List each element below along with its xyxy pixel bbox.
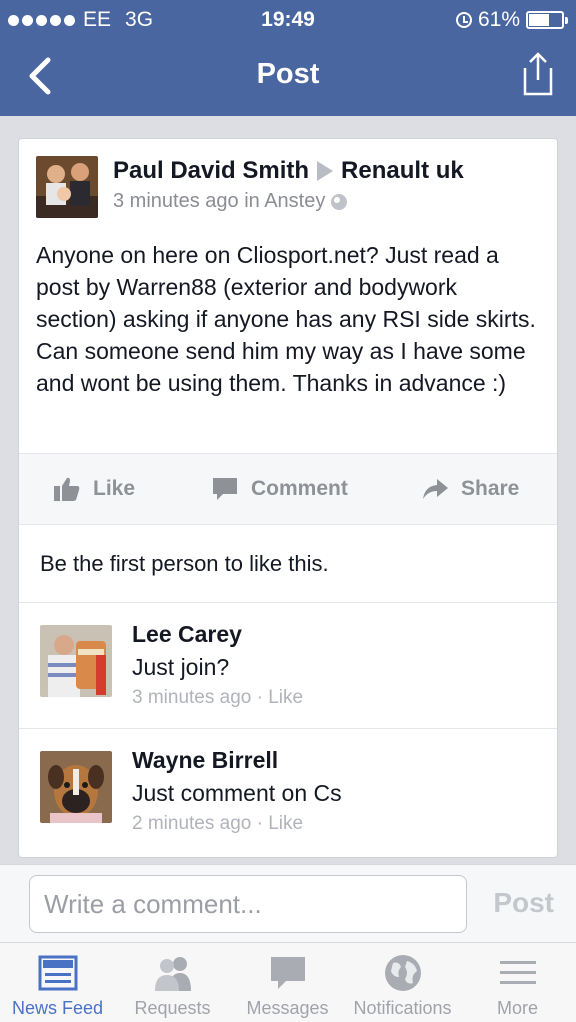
- globe-icon: [331, 193, 348, 210]
- post-timestamp: 3 minutes ago in Anstey: [113, 190, 326, 212]
- commenter-avatar[interactable]: [40, 751, 112, 823]
- top-bar: EE 3G 19:49 61% Post: [0, 0, 576, 116]
- arrow-right-icon: [317, 161, 334, 181]
- status-bar: EE 3G 19:49 61%: [0, 0, 576, 38]
- post-actions: Like Comment Share: [19, 453, 557, 525]
- share-arrow-icon: [423, 479, 448, 499]
- target-page[interactable]: Renault uk: [341, 157, 464, 185]
- comment-label: Comment: [251, 477, 348, 500]
- commenter-name[interactable]: Lee Carey: [132, 621, 242, 648]
- comment-button[interactable]: Comment: [211, 476, 348, 502]
- tab-news-feed[interactable]: News Feed: [0, 943, 115, 1022]
- commenter-name[interactable]: Wayne Birrell: [132, 747, 278, 774]
- share-button[interactable]: [520, 50, 556, 98]
- tab-bar: News Feed Requests Messages Notification…: [0, 942, 576, 1022]
- author-avatar[interactable]: [36, 156, 98, 218]
- alarm-icon: [455, 12, 472, 28]
- share-label: Share: [461, 477, 520, 500]
- tab-messages[interactable]: Messages: [230, 943, 345, 1022]
- comment-input[interactable]: [29, 875, 467, 933]
- tab-requests[interactable]: Requests: [115, 943, 230, 1022]
- divider: [19, 602, 557, 603]
- commenter-avatar[interactable]: [40, 625, 112, 697]
- messages-icon: [271, 957, 305, 989]
- post-meta: 3 minutes ago in Anstey: [113, 190, 348, 213]
- post-card: Paul David Smith Renault uk 3 minutes ag…: [18, 138, 558, 858]
- thumbs-up-icon: [54, 477, 80, 501]
- globe-icon: [385, 955, 421, 991]
- divider: [19, 728, 557, 729]
- friends-icon: [155, 957, 191, 991]
- post-author-line: Paul David Smith Renault uk: [113, 157, 464, 185]
- comment-text: Just comment on Cs: [132, 780, 342, 806]
- battery-percent: 61%: [477, 8, 520, 31]
- post-comment-button[interactable]: Post: [493, 887, 554, 919]
- tab-label: More: [496, 998, 538, 1018]
- page-title: Post: [256, 58, 320, 90]
- share-post-button[interactable]: Share: [421, 476, 519, 502]
- like-button[interactable]: Like: [53, 476, 135, 502]
- tab-notifications[interactable]: Notifications: [345, 943, 460, 1022]
- post-body: Anyone on here on Cliosport.net? Just re…: [36, 242, 536, 396]
- like-label: Like: [93, 477, 136, 500]
- battery-info: 61%: [455, 8, 568, 32]
- menu-icon: [500, 961, 536, 984]
- comment-meta[interactable]: 2 minutes ago · Like: [132, 813, 303, 835]
- comment-icon: [213, 478, 237, 500]
- likes-summary[interactable]: Be the first person to like this.: [40, 551, 329, 577]
- tab-more[interactable]: More: [460, 943, 575, 1022]
- author-name[interactable]: Paul David Smith: [113, 157, 309, 185]
- share-icon: [523, 52, 553, 96]
- battery-icon: [526, 11, 568, 29]
- comment-text: Just join?: [132, 654, 230, 680]
- news-feed-icon: [38, 955, 78, 991]
- comment-composer: Post: [0, 864, 576, 942]
- navigation-bar: Post: [0, 38, 576, 116]
- comment-meta[interactable]: 3 minutes ago · Like: [132, 687, 303, 709]
